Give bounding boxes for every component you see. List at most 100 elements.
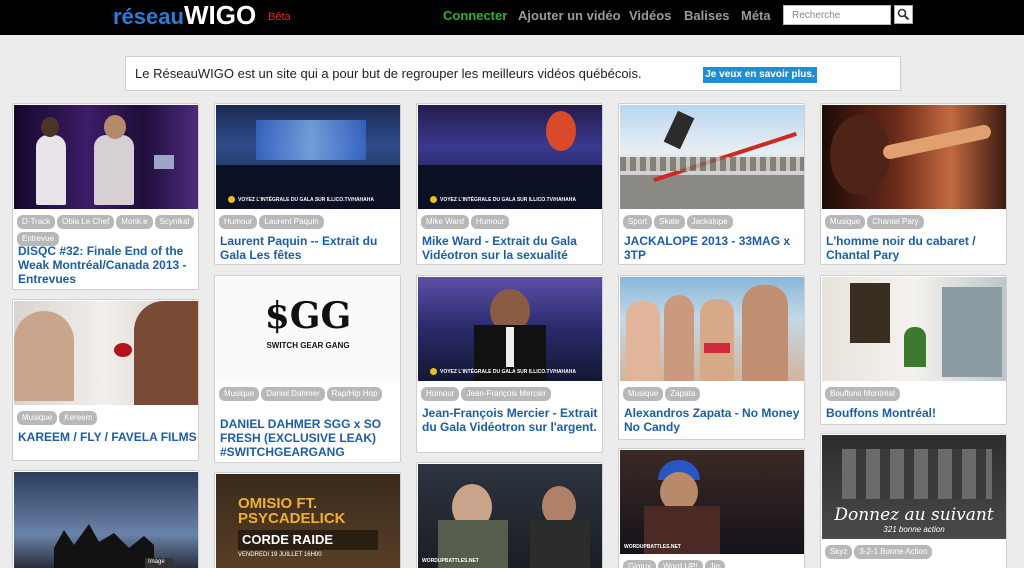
video-card[interactable]: Musique Chantel Pary L'homme noir du caba… xyxy=(820,103,1007,265)
video-title[interactable]: Laurent Paquin -- Extrait du Gala Les fê… xyxy=(220,234,400,262)
tag[interactable]: Monk.e xyxy=(116,215,153,229)
tag[interactable]: Skate xyxy=(654,215,685,229)
nav-connecter[interactable]: Connecter xyxy=(443,8,507,23)
tag-list: Skyz 3-2-1 Bonne Action xyxy=(825,544,1005,561)
video-card[interactable]: VOYEZ L'INTÉGRALE DU GALA SUR ILLICO.TV/… xyxy=(416,103,603,265)
tag[interactable]: Daniel Dahmer xyxy=(261,387,325,401)
video-card[interactable]: OMISIO FT. PSYCADELICK CORDE RAIDE VENDR… xyxy=(214,472,401,568)
tag[interactable]: Word UP! xyxy=(658,560,703,568)
tag-list: Humour Jean-François Mercier xyxy=(421,386,601,403)
tag[interactable]: Jig xyxy=(704,560,725,568)
video-thumbnail[interactable]: WORDUPBATTLES.NET xyxy=(620,450,804,554)
battle-watermark: WORDUPBATTLES.NET xyxy=(422,558,479,564)
tag-list: Bouffons Montréal xyxy=(825,386,1005,403)
video-card[interactable]: VOYEZ L'INTÉGRALE DU GALA SUR ILLICO.TV/… xyxy=(416,275,603,453)
nav-videos[interactable]: Vidéos xyxy=(629,8,671,23)
video-card[interactable]: Sport Skate Jackalope JACKALOPE 2013 - 33M… xyxy=(618,103,805,265)
tag-list: Gimux Word UP! Jig xyxy=(623,559,803,568)
tag[interactable]: Musique xyxy=(219,387,260,401)
tag[interactable]: Musique xyxy=(17,411,58,425)
video-thumbnail[interactable] xyxy=(822,277,1006,381)
video-title[interactable]: DANIEL DAHMER SGG x SO FRESH (EXCLUSIVE … xyxy=(220,417,400,459)
tag[interactable]: Skyz xyxy=(825,545,853,559)
search-icon xyxy=(897,8,910,21)
tag[interactable]: Humour xyxy=(470,215,510,229)
tag[interactable]: Humour xyxy=(219,215,258,229)
logo-wigo: WIGO xyxy=(183,0,257,30)
video-thumbnail[interactable] xyxy=(14,301,198,405)
site-logo[interactable]: réseauWIGO xyxy=(113,0,256,30)
nav-ajouter-video[interactable]: Ajouter un vidéo xyxy=(518,8,621,23)
video-card[interactable]: Musique Zapata Alexandros Zapata - No Mon… xyxy=(618,275,805,440)
nav-meta[interactable]: Méta xyxy=(741,8,771,23)
video-thumbnail[interactable]: VOYEZ L'INTÉGRALE DU GALA SUR ILLICO.TV/… xyxy=(216,105,400,209)
tag[interactable]: D-Track xyxy=(17,215,56,229)
video-thumbnail[interactable]: WORDUPBATTLES.NET xyxy=(418,464,602,568)
info-banner: Le RéseauWIGO est un site qui a pour but… xyxy=(125,56,901,91)
tag[interactable]: Zapata xyxy=(665,387,701,401)
video-card[interactable]: WORDUPBATTLES.NET Gimux Word UP! Jig xyxy=(618,448,805,568)
tag-list: Musique Chantel Pary xyxy=(825,214,1005,231)
video-card[interactable]: Bouffons Montréal Bouffons Montréal! xyxy=(820,275,1007,425)
video-thumbnail[interactable]: $GG SWITCH GEAR GANG xyxy=(216,277,400,381)
tag[interactable]: Obia Le Chef xyxy=(57,215,115,229)
tag[interactable]: Rap/Hip Hop xyxy=(326,387,383,401)
omisio-subtitle: CORDE RAIDE xyxy=(238,530,378,550)
video-card[interactable]: WORDUPBATTLES.NET xyxy=(416,462,603,568)
video-thumbnail[interactable] xyxy=(620,277,804,381)
tag[interactable]: Jackalope xyxy=(686,215,733,229)
tag[interactable]: Musique xyxy=(623,387,664,401)
omisio-title: OMISIO FT. PSYCADELICK xyxy=(238,495,346,527)
tag-list: Musique Daniel Dahmer Rap/Hip Hop xyxy=(219,386,399,403)
video-title[interactable]: Bouffons Montréal! xyxy=(826,406,1006,420)
video-card[interactable]: Musique Kereem KAREEM / FLY / FAVELA FILM… xyxy=(12,299,199,461)
tag[interactable]: 3-2-1 Bonne Action xyxy=(854,545,933,559)
video-thumbnail[interactable]: OMISIO FT. PSYCADELICK CORDE RAIDE VENDR… xyxy=(216,474,400,568)
video-card[interactable]: Image xyxy=(12,470,199,568)
tag[interactable]: Laurent Paquin xyxy=(259,215,324,229)
video-card[interactable]: $GG SWITCH GEAR GANG Musique Daniel Dahme… xyxy=(214,275,401,463)
video-card[interactable]: D-Track Obia Le Chef Monk.e ScynikalEntrevu… xyxy=(12,103,199,290)
video-card[interactable]: Donnez au suivant 321 bonne action Skyz 3… xyxy=(820,433,1007,568)
video-title[interactable]: JACKALOPE 2013 - 33MAG x 3TP xyxy=(624,234,804,262)
sgg-subtitle: SWITCH GEAR GANG xyxy=(266,341,350,350)
video-thumbnail[interactable] xyxy=(822,105,1006,209)
tag[interactable]: Bouffons Montréal xyxy=(825,387,900,401)
banner-text: Le RéseauWIGO est un site qui a pour but… xyxy=(135,66,642,81)
video-title[interactable]: KAREEM / FLY / FAVELA FILMS xyxy=(18,430,198,444)
tag[interactable]: Jean-François Mercier xyxy=(461,387,552,401)
video-title[interactable]: Jean-François Mercier - Extrait du Gala … xyxy=(422,406,602,434)
video-thumbnail[interactable] xyxy=(14,105,198,209)
search-button[interactable] xyxy=(894,5,913,24)
nav-balises[interactable]: Balises xyxy=(684,8,730,23)
beta-label: Bêta xyxy=(268,11,291,23)
learn-more-button[interactable]: Je veux en savoir plus. xyxy=(703,67,817,83)
tag-list: Humour Laurent Paquin xyxy=(219,214,399,231)
search-input[interactable]: Recherche xyxy=(783,5,891,25)
tag[interactable]: Humour xyxy=(421,387,460,401)
video-thumbnail[interactable]: VOYEZ L'INTÉGRALE DU GALA SUR ILLICO.TV/… xyxy=(418,105,602,209)
gala-ticker: VOYEZ L'INTÉGRALE DU GALA SUR ILLICO.TV/… xyxy=(430,368,576,375)
video-title[interactable]: L'homme noir du cabaret / Chantal Pary xyxy=(826,234,1006,262)
tag[interactable]: Gimux xyxy=(623,560,657,568)
tag[interactable]: Musique xyxy=(825,215,866,229)
tag[interactable]: Scynikal xyxy=(154,215,195,229)
tag[interactable]: Mike Ward xyxy=(421,215,469,229)
donnez-subtitle: 321 bonne action xyxy=(883,525,945,534)
video-card[interactable]: VOYEZ L'INTÉGRALE DU GALA SUR ILLICO.TV/… xyxy=(214,103,401,265)
tag[interactable]: Kereem xyxy=(59,411,98,425)
image-label: Image xyxy=(145,558,173,568)
video-thumbnail[interactable]: VOYEZ L'INTÉGRALE DU GALA SUR ILLICO.TV/… xyxy=(418,277,602,381)
tag-list: Sport Skate Jackalope xyxy=(623,214,803,231)
video-title[interactable]: DISQC #32: Finale End of the Weak Montré… xyxy=(18,244,198,286)
video-title[interactable]: Alexandros Zapata - No Money No Candy xyxy=(624,406,804,434)
tag[interactable]: Sport xyxy=(623,215,653,229)
logo-reseau: réseau xyxy=(113,4,184,29)
video-thumbnail[interactable]: Donnez au suivant 321 bonne action xyxy=(822,435,1006,539)
donnez-title: Donnez au suivant xyxy=(834,505,994,525)
video-thumbnail[interactable] xyxy=(620,105,804,209)
gala-ticker: VOYEZ L'INTÉGRALE DU GALA SUR ILLICO.TV/… xyxy=(228,196,374,203)
video-title[interactable]: Mike Ward - Extrait du Gala Vidéotron su… xyxy=(422,234,602,262)
video-thumbnail[interactable]: Image xyxy=(14,472,198,568)
tag[interactable]: Chantel Pary xyxy=(867,215,924,229)
